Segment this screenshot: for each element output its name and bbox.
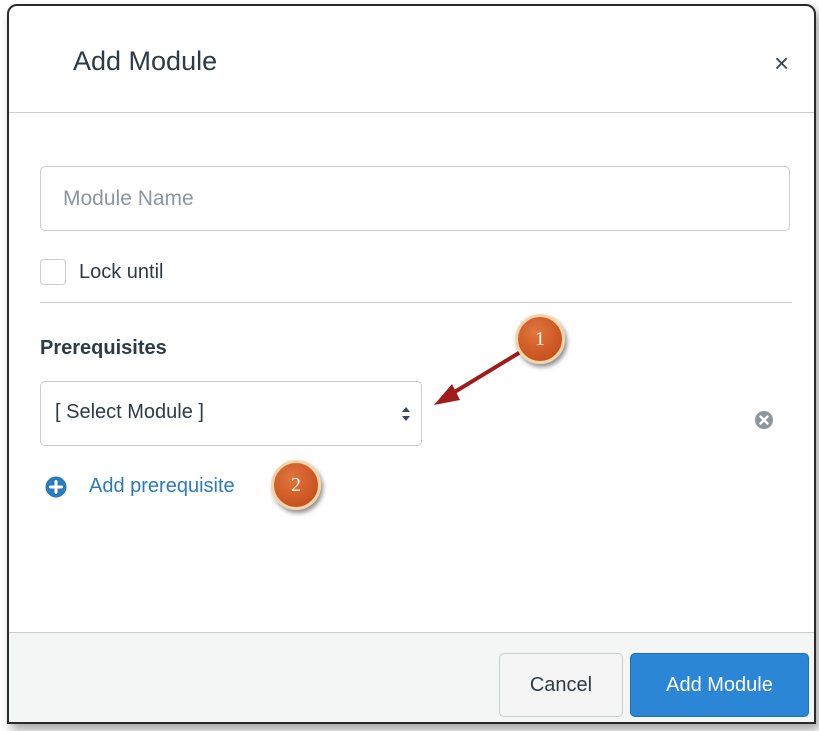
dialog-header: Add Module × bbox=[9, 6, 814, 113]
close-icon[interactable]: × bbox=[774, 50, 789, 76]
callout-badge-1: 1 bbox=[515, 314, 565, 364]
plus-circle-icon bbox=[45, 476, 67, 498]
add-prerequisite-label: Add prerequisite bbox=[89, 475, 235, 497]
cancel-button[interactable]: Cancel bbox=[499, 653, 623, 717]
sort-arrows-icon bbox=[402, 407, 410, 421]
add-module-dialog: Add Module × Lock until Prerequisites [ … bbox=[7, 4, 816, 724]
add-module-button[interactable]: Add Module bbox=[630, 653, 809, 717]
dialog-footer: Cancel Add Module bbox=[9, 632, 814, 722]
section-divider bbox=[40, 302, 792, 303]
remove-circle-icon[interactable] bbox=[754, 410, 774, 430]
dialog-title: Add Module bbox=[73, 46, 218, 76]
select-value: [ Select Module ] bbox=[55, 401, 204, 423]
callout-badge-2: 2 bbox=[271, 460, 321, 510]
lock-until-label: Lock until bbox=[79, 261, 164, 283]
module-name-input[interactable] bbox=[40, 166, 790, 231]
prerequisite-module-select[interactable]: [ Select Module ] bbox=[40, 381, 422, 446]
lock-until-checkbox[interactable] bbox=[40, 259, 66, 285]
prerequisites-heading: Prerequisites bbox=[40, 337, 167, 359]
